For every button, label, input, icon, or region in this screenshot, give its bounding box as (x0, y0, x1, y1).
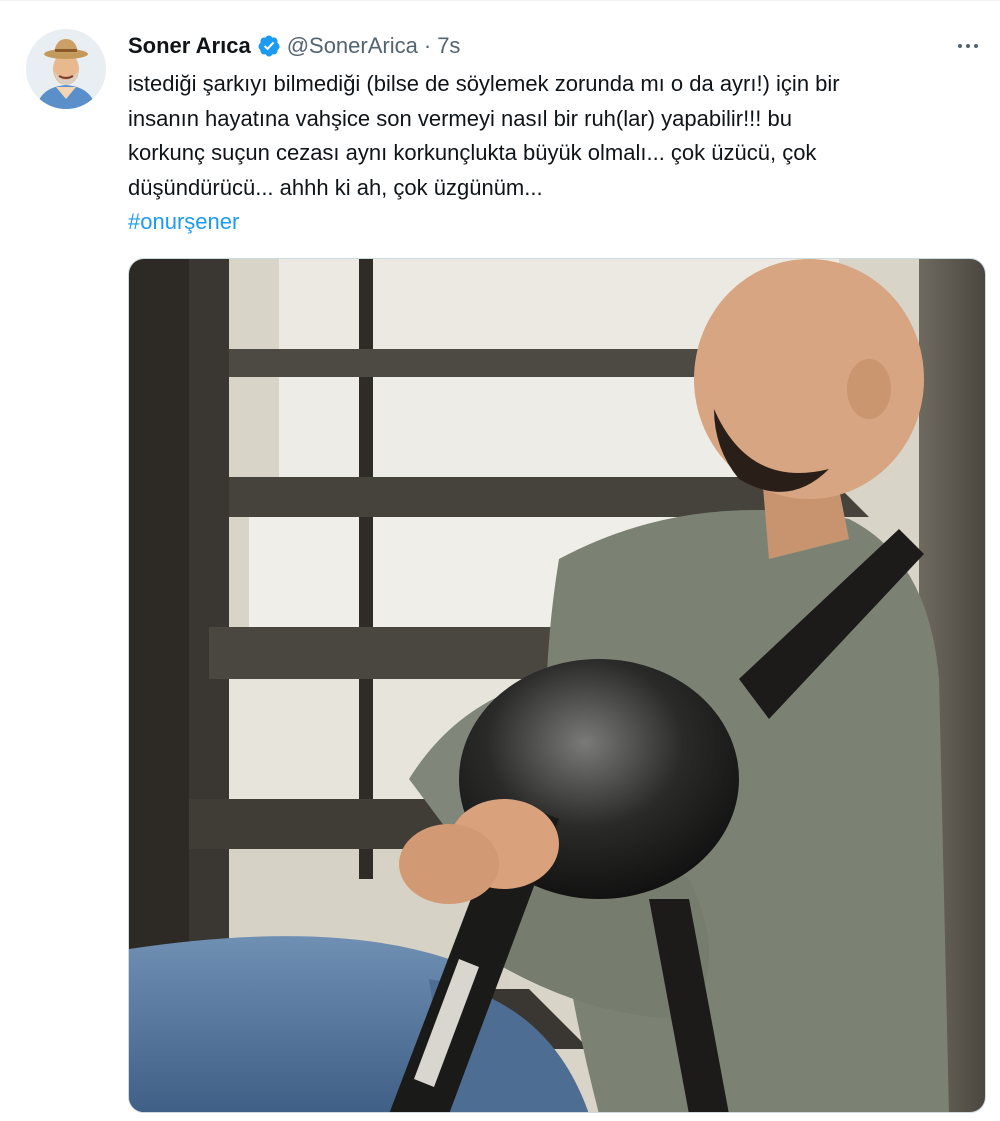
author-handle[interactable]: @SonerArica (287, 33, 418, 59)
tweet-text-line: düşündürücü... ahhh ki ah, çok üzgünüm..… (128, 174, 543, 200)
tweet-text-line: insanın hayatına vahşice son vermeyi nas… (128, 105, 792, 131)
more-options-icon[interactable] (950, 31, 986, 61)
tweet-text-line: istediği şarkıyı bilmediği (bilse de söy… (128, 71, 840, 96)
avatar-image (26, 29, 106, 109)
photo-man-with-guitar (129, 259, 985, 1112)
author-name[interactable]: Soner Arıca (128, 33, 251, 59)
tweet-text-line: korkunç suçun cezası aynı korkunçlukta b… (128, 140, 817, 165)
tweet-timestamp[interactable]: 7s (437, 33, 460, 59)
hashtag-link[interactable]: #onurşener (128, 209, 239, 234)
separator-dot: · (423, 33, 432, 58)
tweet[interactable]: Soner Arıca @SonerArica · 7s istediği şa… (0, 0, 1000, 1121)
tweet-photo[interactable] (128, 258, 986, 1113)
verified-badge-icon (258, 35, 280, 57)
avatar[interactable] (26, 29, 106, 109)
tweet-text: istediği şarkıyı bilmediği (bilse de söy… (128, 67, 978, 240)
tweet-header: Soner Arıca @SonerArica · 7s (128, 29, 460, 63)
